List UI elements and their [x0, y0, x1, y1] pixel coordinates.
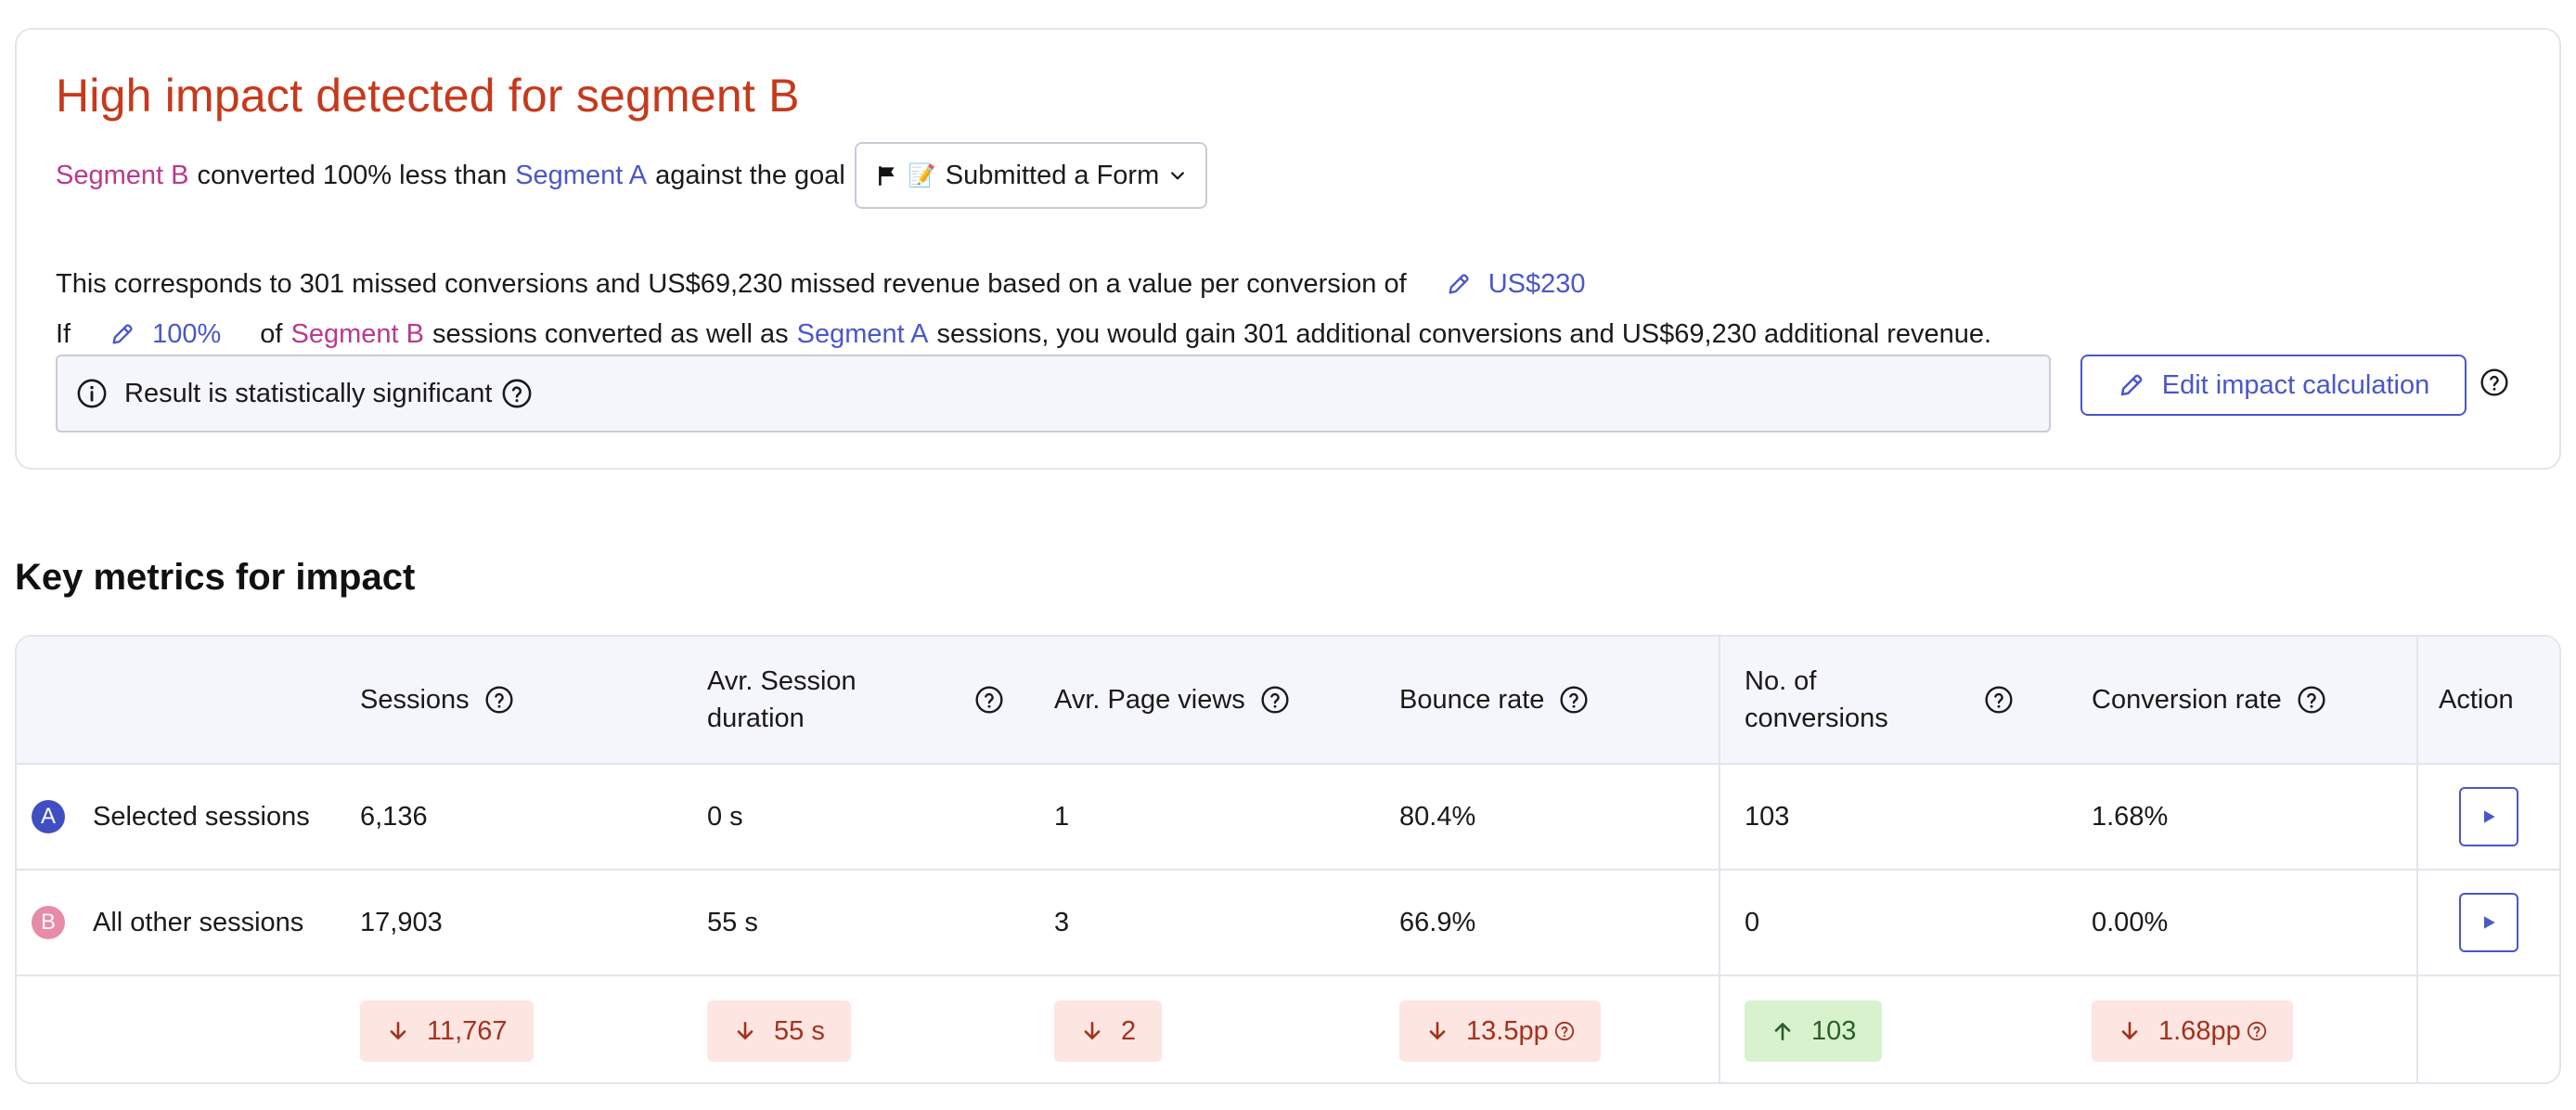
- arrow-down-icon: [733, 1019, 757, 1043]
- memo-icon: 📝: [908, 162, 936, 188]
- row-label: All other sessions: [93, 907, 304, 937]
- metrics-table: Sessions Avr. Session duration Avr. Page …: [15, 635, 2561, 1084]
- header-bounce-rate: Bounce rate: [1399, 637, 1589, 763]
- table-row: B All other sessions 17,903 55 s 3 66.9%…: [17, 871, 2559, 976]
- play-icon: [2484, 916, 2495, 929]
- flag-icon: [878, 166, 895, 186]
- edit-impact-calculation-button[interactable]: Edit impact calculation: [2080, 355, 2467, 416]
- segment-a-label: Segment A: [515, 161, 648, 190]
- percent-value: 100%: [152, 319, 222, 349]
- header-conversion-rate: Conversion rate: [2092, 637, 2326, 763]
- column-divider: [2416, 637, 2418, 1082]
- significance-text: Result is statistically significant: [124, 378, 493, 408]
- arrow-down-icon: [1425, 1019, 1449, 1043]
- conversions-delta: 103: [1745, 1000, 1883, 1062]
- sessions-converted-text: sessions converted as well as: [431, 319, 789, 349]
- header-session-duration: Avr. Session duration: [707, 637, 1004, 763]
- bounce-value: 80.4%: [1399, 801, 1476, 832]
- sessions-value: 17,903: [360, 907, 443, 937]
- segment-a-badge: A: [32, 800, 65, 833]
- segment-a-cell: A Selected sessions: [32, 765, 310, 869]
- if-text: If: [56, 319, 71, 349]
- help-circle-icon[interactable]: [974, 685, 1004, 715]
- help-circle-icon[interactable]: [1260, 685, 1290, 715]
- value-per-conversion-edit[interactable]: US$230: [1446, 265, 1586, 303]
- of-text: of: [260, 319, 283, 349]
- help-circle-icon[interactable]: [1559, 685, 1589, 715]
- conversions-value: 103: [1745, 801, 1790, 832]
- duration-value: 0 s: [707, 801, 743, 832]
- impact-summary-line: Segment B converted 100% less than Segme…: [56, 141, 1208, 210]
- segment-b-label: Segment B: [290, 319, 424, 349]
- arrow-down-icon: [2118, 1019, 2142, 1043]
- bounce-delta: 13.5pp: [1399, 1000, 1601, 1062]
- chevron-down-icon: [1171, 172, 1185, 180]
- edit-impact-calculation-label: Edit impact calculation: [2161, 369, 2430, 400]
- pageviews-value: 1: [1054, 801, 1070, 832]
- impact-title: High impact detected for segment B: [56, 70, 800, 122]
- segment-b-label: Segment B: [56, 161, 189, 190]
- significance-banner: Result is statistically significant: [56, 355, 2051, 432]
- segment-b-cell: B All other sessions: [32, 871, 303, 974]
- pageviews-value: 3: [1054, 907, 1070, 937]
- impact-card: High impact detected for segment B Segme…: [15, 28, 2561, 470]
- metrics-title: Key metrics for impact: [15, 557, 416, 598]
- help-circle-icon[interactable]: [484, 685, 514, 715]
- pencil-icon: [1446, 271, 1472, 297]
- conv-rate-delta: 1.68pp: [2092, 1000, 2293, 1062]
- converted-text: converted 100% less than: [197, 161, 508, 190]
- header-page-views: Avr. Page views: [1054, 637, 1290, 763]
- sessions-value: 6,136: [360, 801, 428, 832]
- header-sessions: Sessions: [360, 637, 514, 763]
- header-action: Action: [2439, 685, 2514, 715]
- help-circle-icon[interactable]: [2479, 368, 2509, 397]
- pencil-icon: [109, 321, 135, 347]
- goal-selector[interactable]: 📝 Submitted a Form: [854, 142, 1208, 209]
- percent-edit[interactable]: 100%: [109, 316, 221, 353]
- value-per-conversion: US$230: [1488, 269, 1586, 299]
- segment-b-badge: B: [32, 906, 65, 939]
- gain-text: sessions, you would gain 301 additional …: [936, 319, 1992, 349]
- table-header: Sessions Avr. Session duration Avr. Page …: [17, 637, 2559, 765]
- help-circle-icon[interactable]: [1554, 1021, 1575, 1041]
- conversions-value: 0: [1745, 907, 1760, 937]
- row-label: Selected sessions: [93, 801, 310, 832]
- header-conversions: No. of conversions: [1745, 637, 2014, 763]
- play-icon: [2484, 810, 2495, 823]
- help-circle-icon[interactable]: [501, 378, 533, 409]
- gain-line: If 100% of Segment B sessions converted …: [56, 316, 1991, 353]
- conv-rate-value: 1.68%: [2092, 801, 2169, 832]
- goal-label: Submitted a Form: [945, 160, 1160, 190]
- table-row: A Selected sessions 6,136 0 s 1 80.4% 10…: [17, 765, 2559, 871]
- conv-rate-value: 0.00%: [2092, 907, 2169, 937]
- help-circle-icon[interactable]: [1984, 685, 2014, 715]
- corresponds-text: This corresponds to 301 missed conversio…: [56, 269, 1407, 299]
- help-circle-icon[interactable]: [2297, 685, 2326, 715]
- arrow-down-icon: [386, 1019, 410, 1043]
- pencil-icon: [2118, 371, 2145, 399]
- bounce-value: 66.9%: [1399, 907, 1476, 937]
- info-icon: [77, 379, 107, 408]
- duration-value: 55 s: [707, 907, 758, 937]
- play-button[interactable]: [2459, 893, 2518, 952]
- arrow-up-icon: [1771, 1019, 1795, 1043]
- segment-a-label: Segment A: [796, 319, 929, 349]
- sessions-delta: 11,767: [360, 1000, 534, 1062]
- help-circle-icon[interactable]: [2247, 1021, 2267, 1041]
- play-button[interactable]: [2459, 787, 2518, 846]
- arrow-down-icon: [1080, 1019, 1104, 1043]
- missed-revenue-line: This corresponds to 301 missed conversio…: [56, 265, 1586, 303]
- against-goal-text: against the goal: [655, 161, 845, 190]
- column-divider: [1719, 637, 1720, 1082]
- delta-row: 11,767 55 s 2 13.5pp 103 1.68pp: [17, 976, 2559, 1082]
- pageviews-delta: 2: [1054, 1000, 1163, 1062]
- duration-delta: 55 s: [707, 1000, 851, 1062]
